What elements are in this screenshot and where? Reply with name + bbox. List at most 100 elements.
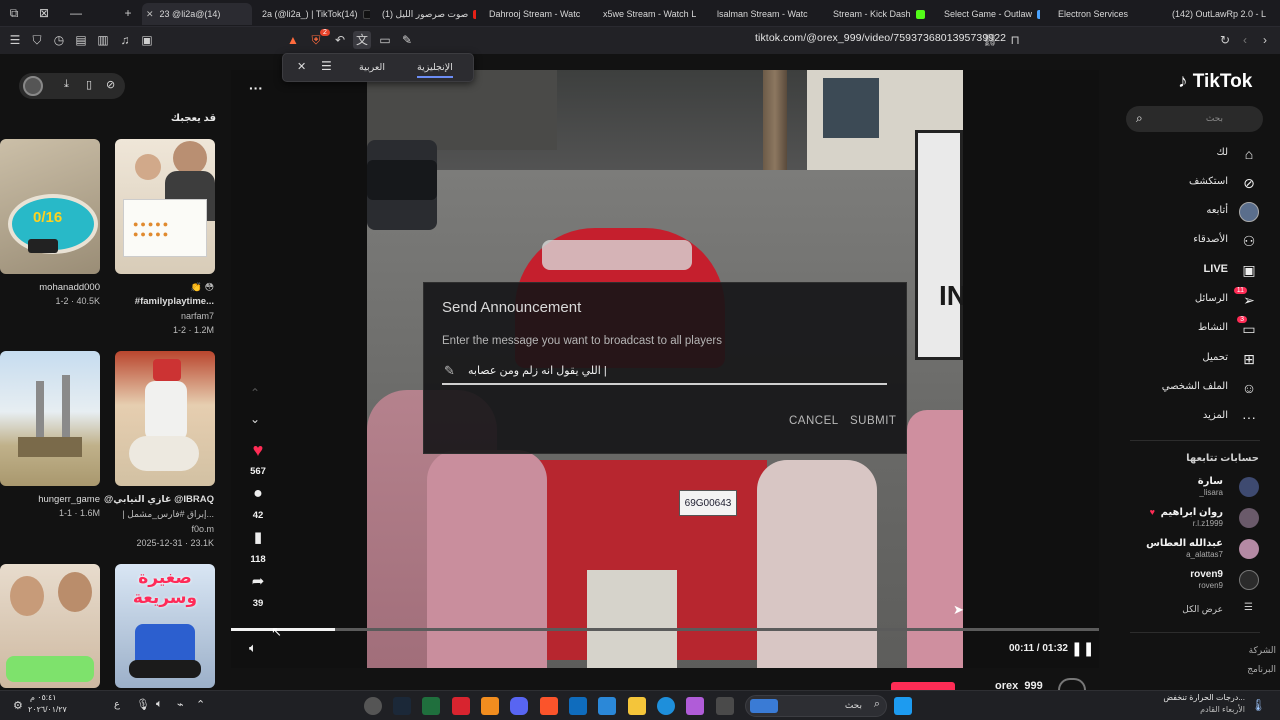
footer-link[interactable]: البرنامج xyxy=(1247,664,1276,675)
download-icon[interactable]: ⤓ xyxy=(64,78,69,91)
tab-3[interactable]: Dahrooj Stream - Watc xyxy=(485,3,585,25)
alert-icon[interactable]: ▲ xyxy=(284,31,302,49)
suggested-name[interactable]: hungerr_game xyxy=(38,494,100,505)
follow-button[interactable] xyxy=(891,682,955,690)
steam-icon[interactable] xyxy=(393,697,411,715)
cast-icon[interactable]: ▭ xyxy=(376,31,394,49)
following-account[interactable]: عبدالله العطاس a_alattas7 xyxy=(1129,536,1259,566)
comment-button[interactable]: ● 42 xyxy=(247,484,269,521)
previous-video-icon[interactable]: ⌃ xyxy=(250,386,260,400)
submit-button[interactable]: SUBMIT xyxy=(850,415,896,427)
tab-1[interactable]: 2a (@li2a_) | TikTok(14) xyxy=(258,3,370,25)
pen-icon[interactable]: ✎ xyxy=(398,31,416,49)
tiktok-logo[interactable]: ♪ TikTok xyxy=(1178,71,1252,93)
footer-link[interactable]: الشركة xyxy=(1249,645,1276,656)
nav-live[interactable]: LIVE ▣ xyxy=(1139,259,1259,281)
mail-icon[interactable] xyxy=(569,697,587,715)
nav-activity[interactable]: النشاط ▭ 3 xyxy=(1139,316,1259,340)
nav-explore[interactable]: استكشف ⊘ xyxy=(1139,172,1259,194)
translate-lang-target[interactable]: الإنجليزية xyxy=(417,62,453,78)
see-all-button[interactable]: عرض الكل ☰ xyxy=(1159,602,1259,618)
translate-lang-source[interactable]: العربية xyxy=(359,62,385,73)
nav-following[interactable]: أتابعه xyxy=(1139,201,1259,223)
suggested-video-thumb[interactable]: ●●●●● ●●●●● xyxy=(115,139,215,274)
tab-2[interactable]: (1) صوت صرصور الليل xyxy=(378,3,476,25)
bookmark-icon[interactable]: ⊓ xyxy=(1006,31,1024,49)
share-button[interactable]: ➦ 39 xyxy=(247,572,269,609)
pause-icon[interactable]: ❚❚ xyxy=(1071,640,1094,657)
nav-profile[interactable]: الملف الشخصي ☺ xyxy=(1139,377,1259,399)
brave-icon[interactable] xyxy=(540,697,558,715)
app-icon[interactable] xyxy=(716,697,734,715)
avatar[interactable] xyxy=(23,76,43,96)
suggested-video-thumb[interactable] xyxy=(0,351,100,486)
following-account[interactable]: roven9 roven9 xyxy=(1129,567,1259,597)
link-icon[interactable]: ⛓ xyxy=(981,31,999,49)
hamburger-icon[interactable]: ☰ xyxy=(6,31,24,49)
video-progress-track[interactable] xyxy=(231,628,1099,631)
author-name[interactable]: orex_999 xyxy=(995,680,1043,690)
nav-upload[interactable]: تحميل ⊞ xyxy=(1139,348,1259,370)
following-account[interactable]: سارة _lisara xyxy=(1129,474,1259,504)
store-icon[interactable] xyxy=(598,697,616,715)
compass-icon[interactable]: ⊘ xyxy=(106,78,115,91)
tabs-icon[interactable]: ▤ xyxy=(72,31,90,49)
suggested-video-thumb[interactable]: صغيرة وسريعة xyxy=(115,564,215,688)
translate-icon[interactable]: 文 xyxy=(353,31,371,49)
search-input[interactable]: ⌕ بحث xyxy=(1126,106,1263,132)
browser-menu-icon[interactable]: ⧉ xyxy=(0,0,28,27)
chevron-up-icon[interactable]: ⌃ xyxy=(196,698,205,711)
like-button[interactable]: ♥ 567 xyxy=(247,440,269,477)
cancel-button[interactable]: CANCEL xyxy=(789,415,839,427)
xbox-icon[interactable] xyxy=(422,697,440,715)
suggested-video-thumb[interactable] xyxy=(0,564,100,688)
suggested-name[interactable]: mohanadd000 xyxy=(39,282,100,293)
edge-icon[interactable] xyxy=(657,697,675,715)
back-icon[interactable]: ‹ xyxy=(1236,31,1254,49)
wallet-icon[interactable]: ▣ xyxy=(138,31,156,49)
translate-menu-icon[interactable]: ☰ xyxy=(321,59,332,73)
following-account[interactable]: روان ابراهيم r.l.z1999 ♥ xyxy=(1129,505,1259,535)
app-icon[interactable] xyxy=(481,697,499,715)
suggested-name[interactable]: #familyplaytime... xyxy=(135,296,214,307)
tab-4[interactable]: x5we Stream - Watch L xyxy=(599,3,699,25)
tab-close-icon[interactable]: ✕ xyxy=(146,9,154,19)
save-button[interactable]: ▮ 118 xyxy=(247,528,269,565)
tab-9[interactable]: (142) OutLawRp 2.0 - L xyxy=(1168,3,1280,25)
tab-search-icon[interactable]: ⊠ xyxy=(30,0,58,27)
tab-7[interactable]: Select Game - Outlaw xyxy=(940,3,1040,25)
history-icon[interactable]: ◷ xyxy=(50,31,68,49)
obs-icon[interactable] xyxy=(364,697,382,715)
back-alt-icon[interactable]: ↶ xyxy=(331,31,349,49)
language-indicator[interactable]: ع xyxy=(114,699,120,710)
address-bar[interactable]: tiktok.com/@orex_999/video/7593736801395… xyxy=(755,32,1006,44)
sidebar-icon[interactable]: ▥ xyxy=(94,31,112,49)
tab-5[interactable]: lsalman Stream - Watc xyxy=(713,3,813,25)
file-explorer-icon[interactable] xyxy=(628,697,646,715)
suggested-name[interactable]: @غازي النيابي @IBRAQ xyxy=(104,494,214,505)
volume-icon[interactable]: 🔈︎ xyxy=(156,698,163,711)
nav-friends[interactable]: الأصدقاء ⚇ xyxy=(1139,230,1259,252)
start-icon[interactable] xyxy=(894,697,912,715)
volume-icon[interactable]: 🔈︎ xyxy=(249,640,257,656)
microphone-icon[interactable]: 🎙︎ xyxy=(136,698,150,711)
tab-0[interactable]: ✕ 23 @li2a@(14) xyxy=(142,3,252,25)
network-icon[interactable]: ⌁ xyxy=(177,698,184,711)
phone-icon[interactable]: ▯ xyxy=(86,78,92,91)
nav-for-you[interactable]: لك ⌂ xyxy=(1139,143,1259,165)
suggested-video-thumb[interactable] xyxy=(115,351,215,486)
more-options-icon[interactable]: ··· xyxy=(249,80,263,96)
taskbar-search[interactable]: بحث ⌕ xyxy=(745,695,887,717)
suggested-video-thumb[interactable]: 0/16 xyxy=(0,139,100,274)
shield-icon[interactable]: ⛉ xyxy=(28,31,46,49)
reload-icon[interactable]: ↻ xyxy=(1216,31,1234,49)
discord-icon[interactable] xyxy=(510,697,528,715)
next-video-icon[interactable]: ⌄ xyxy=(250,412,260,426)
tab-8[interactable]: Electron Services xyxy=(1054,3,1154,25)
close-icon[interactable]: ✕ xyxy=(297,60,306,73)
epic-icon[interactable] xyxy=(452,697,470,715)
copilot-icon[interactable] xyxy=(686,697,704,715)
music-icon[interactable]: ♫ xyxy=(116,31,134,49)
nav-messages[interactable]: الرسائل ➢ 11 xyxy=(1139,287,1259,311)
announcement-input[interactable]: ✎ اللي يقول انه زلم ومن عصابه | xyxy=(442,361,887,385)
